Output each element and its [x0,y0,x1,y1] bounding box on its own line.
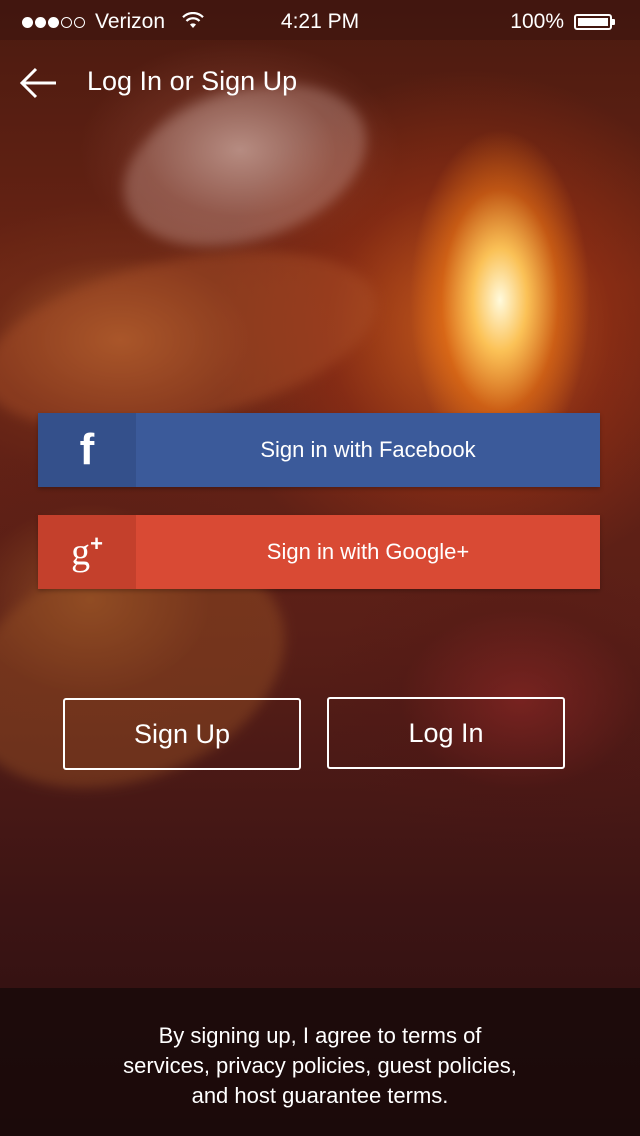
back-button[interactable] [18,64,60,102]
terms-line: By signing up, I agree to terms of [158,1023,482,1048]
terms-line: services, privacy policies, guest polici… [123,1053,517,1078]
terms-footer: By signing up, I agree to terms of servi… [0,988,640,1136]
google-plus-icon: g+ [71,530,103,574]
arrow-left-icon [19,67,56,99]
terms-line: and host guarantee terms. [191,1083,449,1108]
facebook-icon: f [79,425,95,474]
terms-text: By signing up, I agree to terms of servi… [0,1021,640,1111]
battery-percent: 100% [510,10,564,33]
google-signin-label: Sign in with Google+ [266,539,470,564]
sign-up-button[interactable]: Sign Up [63,698,301,770]
facebook-signin-button[interactable]: f Sign in with Facebook [38,413,600,487]
status-bar: Verizon 4:21 PM 100% [0,0,640,40]
page-title: Log In or Sign Up [87,66,298,96]
facebook-signin-label: Sign in with Facebook [260,437,476,462]
google-plus-icon-box: g+ [38,515,136,589]
battery-indicator: 100% [510,10,615,34]
nav-bar: Log In or Sign Up [0,40,640,128]
log-in-button[interactable]: Log In [327,697,565,769]
facebook-icon-box: f [38,413,136,487]
google-signin-button[interactable]: g+ Sign in with Google+ [38,515,600,589]
battery-icon [574,14,615,30]
login-screen: Verizon 4:21 PM 100% Log In or Sign Up f… [0,0,640,1136]
